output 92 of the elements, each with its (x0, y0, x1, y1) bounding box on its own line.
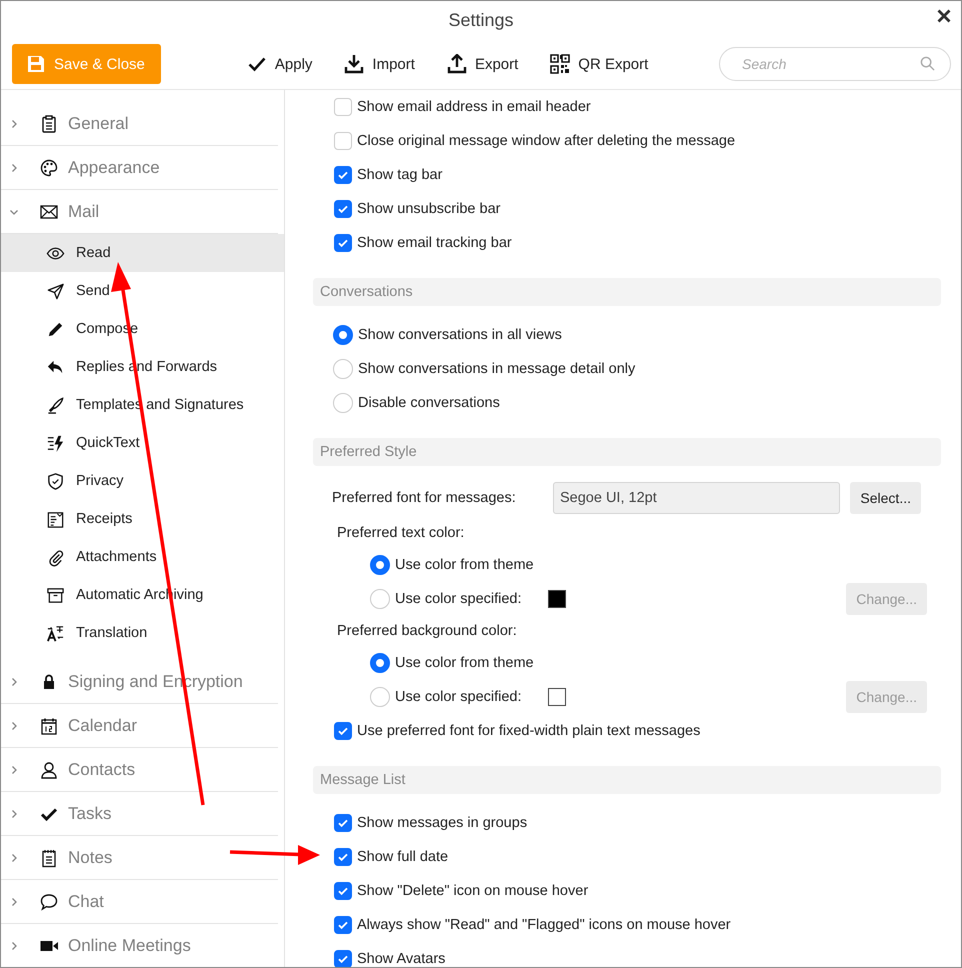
sidebar-item[interactable]: Translation (1, 614, 284, 652)
checkbox[interactable] (334, 814, 352, 832)
radio-button[interactable] (370, 653, 390, 673)
radio-button[interactable] (333, 359, 353, 379)
checkbox[interactable] (334, 98, 352, 116)
search-field[interactable]: Search (719, 47, 951, 81)
radio-button[interactable] (333, 393, 353, 413)
checkmark-icon (337, 817, 349, 829)
download-icon (344, 54, 364, 74)
shield-icon (46, 472, 65, 490)
font-field[interactable]: Segoe UI, 12pt (553, 482, 840, 514)
checkbox[interactable] (334, 950, 352, 967)
sidebar-item[interactable]: Receipts (1, 500, 284, 538)
sidebar-category[interactable]: General (1, 102, 278, 146)
checkbox-label: Show full date (357, 849, 448, 865)
checkbox[interactable] (334, 132, 352, 150)
sidebar-category[interactable]: Tasks (1, 792, 278, 836)
sidebar-category[interactable]: Chat (1, 880, 278, 924)
person-icon (39, 760, 59, 780)
radio-label: Use color from theme (395, 557, 534, 573)
group-label: Preferred background color: (337, 623, 517, 639)
calendar-icon (39, 716, 59, 736)
receipt-icon (46, 510, 65, 528)
sidebar-item[interactable]: Send (1, 272, 284, 310)
import-button[interactable]: Import (344, 54, 415, 74)
sidebar-item[interactable]: Attachments (1, 538, 284, 576)
palette-icon (39, 158, 59, 178)
sidebar-category[interactable]: Notes (1, 836, 278, 880)
apply-button[interactable]: Apply (246, 54, 312, 74)
pen-nib-icon (46, 396, 65, 414)
sidebar-category[interactable]: Online Meetings (1, 924, 278, 967)
checkbox-label: Show "Delete" icon on mouse hover (357, 883, 588, 899)
translate-icon (46, 624, 65, 642)
close-icon[interactable] (937, 9, 951, 23)
checkbox[interactable] (334, 848, 352, 866)
radio-label: Use color from theme (395, 655, 534, 671)
radio-label: Disable conversations (358, 395, 500, 411)
paper-plane-icon (46, 282, 65, 300)
checkmark-icon (337, 851, 349, 863)
upload-icon (446, 54, 467, 74)
color-swatch[interactable] (548, 590, 566, 608)
speech-bubble-icon (39, 892, 59, 912)
checkmark-icon (337, 885, 349, 897)
checkbox-label: Show tag bar (357, 167, 442, 183)
radio-button[interactable] (370, 589, 390, 609)
archive-box-icon (46, 586, 65, 604)
checkmark-icon (337, 203, 349, 215)
window-title: Settings (448, 10, 514, 30)
checkbox-label: Show unsubscribe bar (357, 201, 500, 217)
sidebar-item[interactable]: Read (1, 234, 284, 272)
checkbox[interactable] (334, 882, 352, 900)
qr-export-button[interactable]: QR Export (550, 54, 648, 74)
checkbox-label: Show email address in email header (357, 99, 591, 115)
qr-code-icon (550, 54, 570, 74)
checkbox[interactable] (334, 916, 352, 934)
sidebar-category[interactable]: Calendar (1, 704, 278, 748)
radio-label: Show conversations in message detail only (358, 361, 636, 377)
sidebar-category[interactable]: Contacts (1, 748, 278, 792)
checkbox-label: Use preferred font for fixed-width plain text messages (357, 723, 700, 739)
checkmark-icon (337, 237, 349, 249)
checkbox[interactable] (334, 166, 352, 184)
radio-label: Use color specified: (395, 591, 523, 607)
checkbox-label: Always show "Read" and "Flagged" icons on mouse hover (357, 917, 731, 933)
sidebar-item[interactable]: Privacy (1, 462, 284, 500)
checkmark-icon (337, 919, 349, 931)
radio-label: Use color specified: (395, 689, 523, 705)
checkmark-icon (337, 953, 349, 965)
radio-button[interactable] (333, 325, 353, 345)
checkbox[interactable] (334, 234, 352, 252)
section-header: Preferred Style (313, 438, 941, 466)
lightning-list-icon (46, 434, 65, 452)
field-label: Preferred font for messages: (332, 490, 517, 506)
checkbox[interactable] (334, 722, 352, 740)
section-header: Message List (313, 766, 941, 794)
sidebar-item[interactable]: QuickText (1, 424, 284, 462)
checkmark-icon (337, 725, 349, 737)
select-button[interactable]: Select... (850, 482, 921, 514)
sidebar-category[interactable]: Appearance (1, 146, 278, 190)
radio-button[interactable] (370, 555, 390, 575)
checkbox[interactable] (334, 200, 352, 218)
checkbox-label: Show email tracking bar (357, 235, 512, 251)
checkmark-icon (337, 169, 349, 181)
search-icon (920, 56, 935, 71)
checkbox-label: Show Avatars (357, 951, 446, 967)
group-label: Preferred text color: (337, 525, 464, 541)
checkbox-label: Show messages in groups (357, 815, 528, 831)
checkbox-label: Close original message window after deleting the message (357, 133, 736, 149)
color-swatch[interactable] (548, 688, 566, 706)
radio-button[interactable] (370, 687, 390, 707)
section-header: Conversations (313, 278, 941, 306)
export-button[interactable]: Export (446, 54, 518, 74)
radio-label: Show conversations in all views (358, 327, 562, 343)
